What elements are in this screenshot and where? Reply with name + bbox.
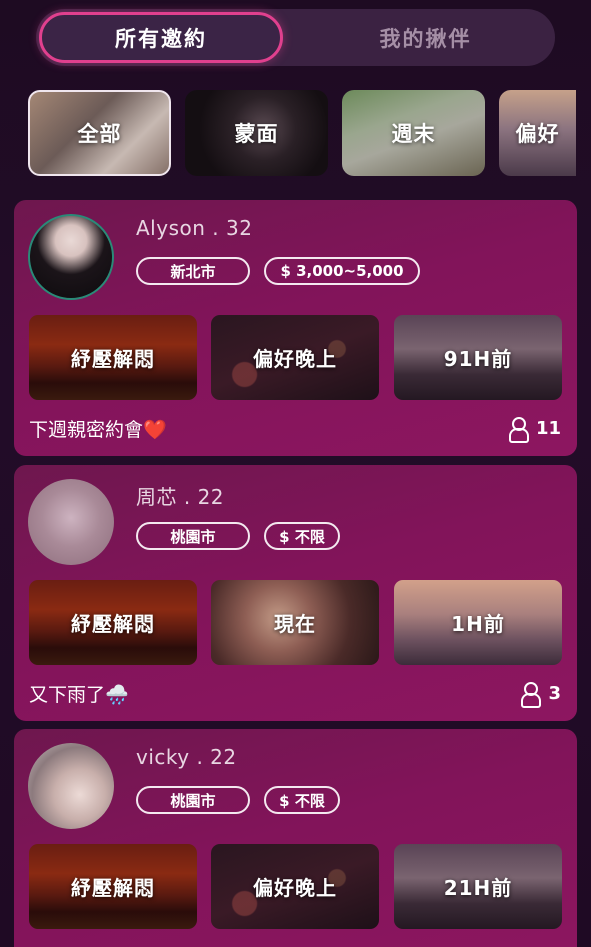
- city-badge: 新北市: [136, 257, 250, 285]
- tag-label: 紓壓解悶: [71, 347, 155, 371]
- tag-tile: 紓壓解悶: [29, 844, 197, 929]
- tag-tile: 21H前: [394, 844, 562, 929]
- invite-tabs: 所有邀約 我的揪伴: [36, 9, 555, 66]
- tag-label: 21H前: [443, 876, 513, 900]
- category-row: 全部 蒙面 週末 偏好: [28, 90, 576, 176]
- tag-tile: 紓壓解悶: [29, 580, 197, 665]
- category-label: 蒙面: [234, 122, 279, 146]
- tab-my-partners[interactable]: 我的揪伴: [296, 9, 555, 66]
- invite-message: 又下雨了🌧️: [29, 684, 129, 706]
- price-badge: $ 3,000~5,000: [264, 257, 420, 285]
- tag-tile: 1H前: [394, 580, 562, 665]
- category-masked[interactable]: 蒙面: [185, 90, 328, 176]
- category-all[interactable]: 全部: [28, 90, 171, 176]
- city-badge: 桃園市: [136, 786, 250, 814]
- tag-label: 1H前: [451, 612, 505, 636]
- invite-card[interactable]: 周芯 . 22 桃園市 $ 不限 紓壓解悶 現在 1H前 又下雨了🌧️ 3: [14, 465, 577, 721]
- tag-label: 紓壓解悶: [71, 612, 155, 636]
- invite-card[interactable]: vicky . 22 桃園市 $ 不限 紓壓解悶 偏好晚上 21H前: [14, 729, 577, 947]
- participant-count: 11: [508, 417, 561, 443]
- avatar[interactable]: [28, 214, 114, 300]
- tag-label: 紓壓解悶: [71, 876, 155, 900]
- avatar[interactable]: [28, 743, 114, 829]
- tag-tile: 偏好晚上: [211, 315, 379, 400]
- category-label: 週末: [391, 122, 436, 146]
- participant-count: 3: [520, 682, 561, 708]
- tag-label: 偏好晚上: [253, 876, 337, 900]
- category-weekend[interactable]: 週末: [342, 90, 485, 176]
- person-icon: [508, 417, 529, 443]
- avatar[interactable]: [28, 479, 114, 565]
- user-name-age: vicky . 22: [136, 745, 237, 769]
- tag-tile: 91H前: [394, 315, 562, 400]
- user-name-age: 周芯 . 22: [136, 485, 225, 509]
- person-icon: [520, 682, 542, 708]
- tag-tile: 紓壓解悶: [29, 315, 197, 400]
- tab-all-invites[interactable]: 所有邀約: [39, 12, 283, 63]
- tag-tile: 偏好晚上: [211, 844, 379, 929]
- participant-count-value: 3: [548, 682, 561, 704]
- city-badge: 桃園市: [136, 522, 250, 550]
- tag-label: 91H前: [443, 347, 513, 371]
- invite-message: 下週親密約會❤️: [29, 419, 167, 441]
- category-label: 偏好: [515, 122, 560, 146]
- price-badge: $ 不限: [264, 522, 340, 550]
- participant-count-value: 11: [535, 417, 561, 439]
- category-preference[interactable]: 偏好: [499, 90, 576, 176]
- tag-label: 偏好晚上: [253, 347, 337, 371]
- category-label: 全部: [77, 122, 122, 146]
- user-name-age: Alyson . 32: [136, 216, 253, 240]
- tag-label: 現在: [274, 612, 316, 636]
- tag-tile: 現在: [211, 580, 379, 665]
- invite-card[interactable]: Alyson . 32 新北市 $ 3,000~5,000 紓壓解悶 偏好晚上 …: [14, 200, 577, 456]
- price-badge: $ 不限: [264, 786, 340, 814]
